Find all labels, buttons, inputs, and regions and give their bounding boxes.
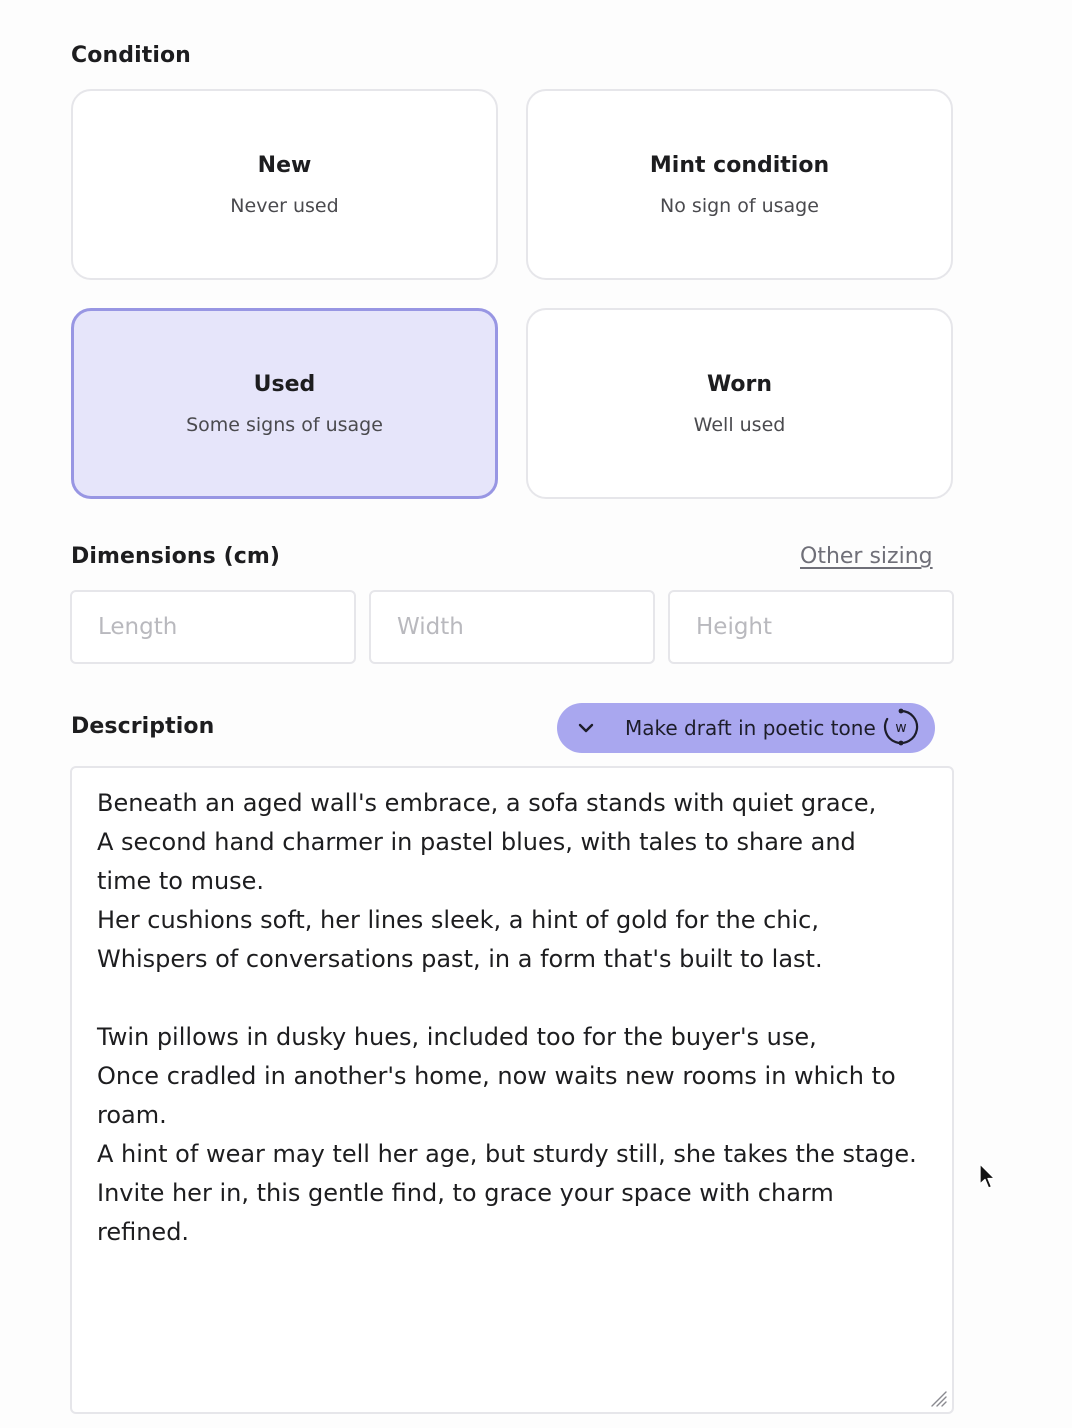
chevron-down-icon: [575, 717, 597, 739]
description-line: Her cushions soft, her lines sleek, a hi…: [97, 906, 820, 934]
description-line: roam.: [97, 1101, 167, 1129]
description-line: Once cradled in another's home, now wait…: [97, 1062, 896, 1090]
width-input[interactable]: [369, 590, 655, 664]
length-input[interactable]: [70, 590, 356, 664]
description-line: A hint of wear may tell her age, but stu…: [97, 1140, 917, 1168]
description-line: Twin pillows in dusky hues, included too…: [97, 1023, 817, 1051]
description-line: Whispers of conversations past, in a for…: [97, 945, 823, 973]
description-line: refined.: [97, 1218, 190, 1246]
description-line: Beneath an aged wall's embrace, a sofa s…: [97, 789, 877, 817]
condition-option-title: Worn: [706, 371, 773, 397]
svg-text:w: w: [895, 720, 906, 736]
description-textarea[interactable]: Beneath an aged wall's embrace, a sofa s…: [70, 766, 954, 1414]
description-label: Description: [71, 714, 215, 739]
condition-option-subtitle: Never used: [230, 194, 339, 217]
condition-option-title: Mint condition: [649, 152, 830, 178]
condition-option-mint[interactable]: Mint condition No sign of usage: [526, 89, 953, 280]
condition-option-title: New: [257, 152, 312, 178]
condition-option-new[interactable]: New Never used: [71, 89, 498, 280]
mouse-cursor-icon: [978, 1163, 996, 1191]
resize-handle-icon[interactable]: [928, 1388, 948, 1408]
description-line: time to muse.: [97, 867, 265, 895]
condition-option-subtitle: No sign of usage: [660, 194, 819, 217]
dimensions-label: Dimensions (cm): [71, 544, 281, 569]
make-draft-label: Make draft in poetic tone: [625, 716, 876, 740]
condition-option-used[interactable]: Used Some signs of usage: [71, 308, 498, 499]
condition-option-subtitle: Well used: [693, 413, 786, 436]
condition-option-title: Used: [253, 371, 316, 397]
condition-option-subtitle: Some signs of usage: [186, 413, 383, 436]
condition-option-worn[interactable]: Worn Well used: [526, 308, 953, 499]
description-text: Beneath an aged wall's embrace, a sofa s…: [97, 784, 927, 1252]
condition-label: Condition: [71, 43, 191, 68]
description-line: A second hand charmer in pastel blues, w…: [97, 828, 856, 856]
description-line: Invite her in, this gentle find, to grac…: [97, 1179, 834, 1207]
make-draft-button[interactable]: Make draft in poetic tone w: [557, 703, 935, 753]
description-line: [97, 979, 927, 1018]
w-logo-icon: w: [882, 708, 920, 746]
height-input[interactable]: [668, 590, 954, 664]
other-sizing-link[interactable]: Other sizing: [800, 544, 933, 569]
